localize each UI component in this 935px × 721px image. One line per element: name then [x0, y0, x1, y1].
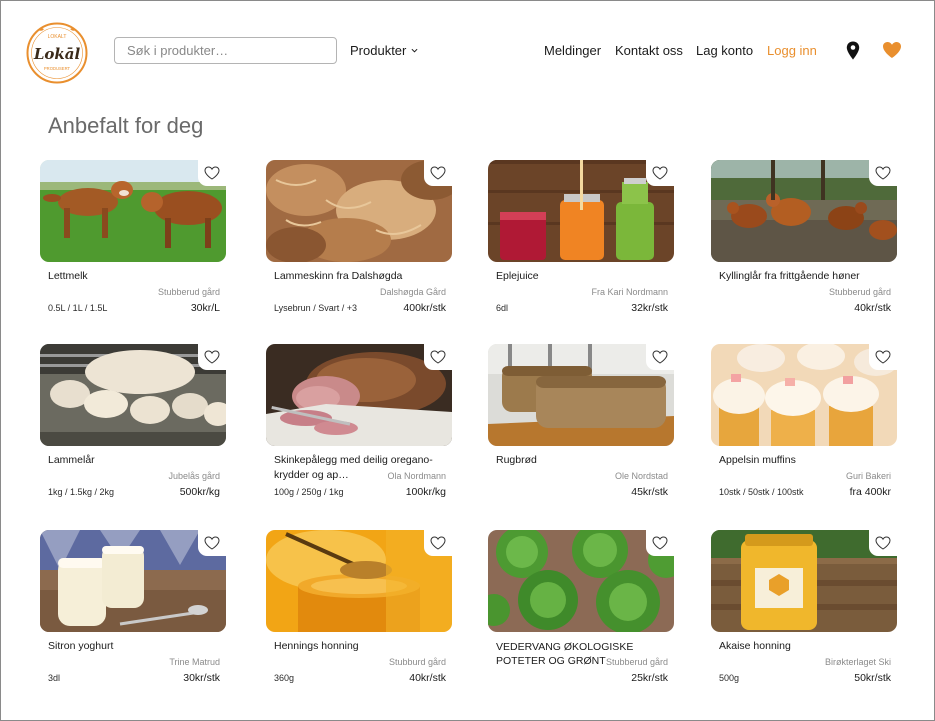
product-name[interactable]: Kyllinglår fra frittgående høner — [719, 269, 894, 284]
search-input[interactable] — [114, 37, 337, 64]
nav-login-link[interactable]: Logg inn — [767, 43, 817, 58]
product-card[interactable]: Sitron yoghurt Trine Matrud 3dl 30kr/stk — [40, 530, 226, 700]
product-price: 500kr/kg — [179, 486, 220, 498]
product-card[interactable]: Kyllinglår fra frittgående høner Stubber… — [711, 160, 897, 330]
favorite-button[interactable] — [869, 344, 897, 370]
chevron-down-icon — [411, 48, 418, 53]
product-seller: Stubberud gård — [605, 657, 668, 667]
product-variants: 360g — [274, 673, 295, 683]
favorite-button[interactable] — [646, 530, 674, 556]
product-name[interactable]: Hennings honning — [274, 639, 449, 654]
heart-outline-icon — [204, 166, 220, 180]
heart-outline-icon — [652, 166, 668, 180]
product-seller: Ola Nordmann — [387, 471, 446, 481]
product-name[interactable]: Appelsin muffins — [719, 453, 894, 468]
product-seller: Stubburd gård — [388, 657, 446, 667]
heart-icon[interactable] — [882, 41, 902, 59]
heart-outline-icon — [430, 350, 446, 364]
product-price: 45kr/stk — [631, 486, 668, 498]
product-name[interactable]: Eplejuice — [496, 269, 671, 284]
favorite-button[interactable] — [198, 530, 226, 556]
product-variants: 100g / 250g / 1kg — [274, 487, 344, 497]
heart-outline-icon — [204, 350, 220, 364]
product-price: 40kr/stk — [854, 302, 891, 314]
product-seller: Dalshøgda Gård — [379, 287, 446, 297]
heart-outline-icon — [430, 166, 446, 180]
page-frame: LOKALT Lokāl PRODUSERT Produkter Melding… — [0, 0, 935, 721]
heart-outline-icon — [652, 350, 668, 364]
product-name[interactable]: Rugbrød — [496, 453, 671, 468]
product-variants: 500g — [719, 673, 740, 683]
product-card[interactable]: Hennings honning Stubburd gård 360g 40kr… — [266, 530, 452, 700]
product-name[interactable]: Lettmelk — [48, 269, 223, 284]
product-seller: Birøkterlaget Ski — [824, 657, 891, 667]
heart-outline-icon — [430, 536, 446, 550]
favorite-button[interactable] — [424, 530, 452, 556]
logo-bottom-text: PRODUSERT — [44, 66, 71, 71]
product-price: 30kr/L — [190, 302, 220, 314]
product-card[interactable]: Lammeskinn fra Dalshøgda Dalshøgda Gård … — [266, 160, 452, 330]
product-card[interactable]: Akaise honning Birøkterlaget Ski 500g 50… — [711, 530, 897, 700]
product-price: 25kr/stk — [631, 672, 668, 684]
product-price: 100kr/kg — [405, 486, 446, 498]
product-variants: 3dl — [48, 673, 61, 683]
heart-outline-icon — [875, 350, 891, 364]
product-seller: Fra Kari Nordmann — [591, 287, 668, 297]
favorite-button[interactable] — [198, 160, 226, 186]
section-title: Anbefalt for deg — [48, 113, 204, 138]
product-card[interactable]: Lettmelk Stubberud gård 0.5L / 1L / 1.5L… — [40, 160, 226, 330]
product-card[interactable]: Rugbrød Ole Nordstad 45kr/stk — [488, 344, 674, 514]
product-seller: Guri Bakeri — [845, 471, 891, 481]
product-card[interactable]: Lammelår Jubelås gård 1kg / 1.5kg / 2kg … — [40, 344, 226, 514]
favorite-button[interactable] — [646, 344, 674, 370]
nav-messages-link[interactable]: Meldinger — [544, 43, 601, 58]
favorite-button[interactable] — [869, 530, 897, 556]
nav-contact-link[interactable]: Kontakt oss — [615, 43, 683, 58]
products-dropdown[interactable]: Produkter — [350, 43, 418, 58]
product-seller: Trine Matrud — [169, 657, 220, 667]
heart-outline-icon — [204, 536, 220, 550]
product-variants: 0.5L / 1L / 1.5L — [48, 303, 108, 313]
products-dropdown-label: Produkter — [350, 43, 407, 58]
heart-outline-icon — [875, 166, 891, 180]
lokal-logo[interactable]: LOKALT Lokāl PRODUSERT — [26, 22, 88, 84]
product-variants: 6dl — [496, 303, 509, 313]
heart-outline-icon — [875, 536, 891, 550]
heart-outline-icon — [652, 536, 668, 550]
product-card[interactable]: VEDERVANG ØKOLOGISKE POTETER OG GRØNT St… — [488, 530, 674, 700]
product-seller: Jubelås gård — [168, 471, 220, 481]
nav-create-account-link[interactable]: Lag konto — [696, 43, 753, 58]
product-name[interactable]: Akaise honning — [719, 639, 894, 654]
favorite-button[interactable] — [424, 160, 452, 186]
product-card[interactable]: Appelsin muffins Guri Bakeri 10stk / 50s… — [711, 344, 897, 514]
favorite-button[interactable] — [424, 344, 452, 370]
product-price: 400kr/stk — [403, 302, 446, 314]
product-variants: Lysebrun / Svart / +3 — [274, 303, 357, 313]
product-price: fra 400kr — [849, 486, 891, 498]
product-name[interactable]: Lammelår — [48, 453, 223, 468]
product-card[interactable]: Eplejuice Fra Kari Nordmann 6dl 32kr/stk — [488, 160, 674, 330]
product-card[interactable]: Skinkepålegg med deilig oregano-krydder … — [266, 344, 452, 514]
logo-top-text: LOKALT — [48, 34, 67, 40]
product-seller: Stubberud gård — [157, 287, 220, 297]
favorite-button[interactable] — [198, 344, 226, 370]
product-seller: Stubberud gård — [828, 287, 891, 297]
product-name[interactable]: Sitron yoghurt — [48, 639, 223, 654]
product-variants: 10stk / 50stk / 100stk — [719, 487, 804, 497]
product-price: 32kr/stk — [631, 302, 668, 314]
product-seller: Ole Nordstad — [614, 471, 668, 481]
product-price: 50kr/stk — [854, 672, 891, 684]
favorite-button[interactable] — [646, 160, 674, 186]
product-price: 40kr/stk — [409, 672, 446, 684]
product-name[interactable]: Lammeskinn fra Dalshøgda — [274, 269, 449, 284]
logo-main-text: Lokāl — [33, 45, 81, 63]
product-price: 30kr/stk — [183, 672, 220, 684]
favorite-button[interactable] — [869, 160, 897, 186]
product-variants: 1kg / 1.5kg / 2kg — [48, 487, 115, 497]
location-pin-icon[interactable] — [846, 41, 860, 60]
